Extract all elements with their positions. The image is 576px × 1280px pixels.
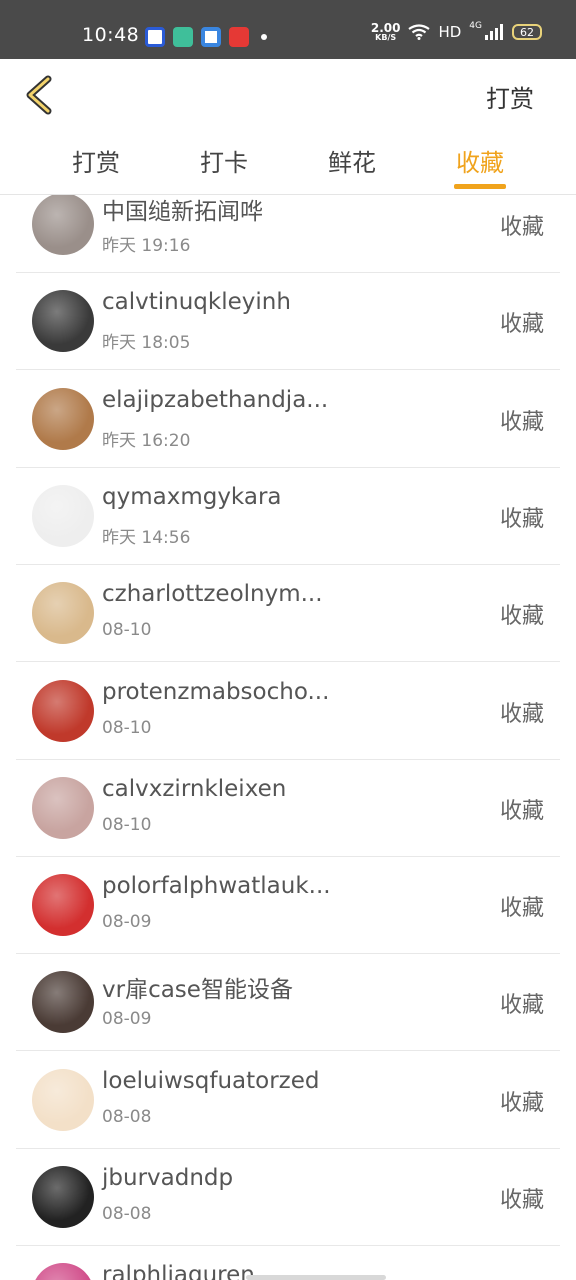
tab-flowers[interactable]: 鲜花 bbox=[312, 143, 392, 178]
list-item[interactable]: calvtinuqkleyinh 昨天 18:05 收藏 bbox=[16, 273, 560, 371]
network-speed-unit: KB/S bbox=[375, 33, 397, 42]
item-date: 08-10 bbox=[102, 620, 152, 641]
user-name: qymaxmgykara bbox=[102, 483, 282, 510]
user-name: calvtinuqkleyinh bbox=[102, 289, 291, 316]
action-label: 收藏 bbox=[499, 1188, 544, 1213]
avatar[interactable] bbox=[32, 290, 94, 353]
list-item[interactable]: protenzmabsocho... 08-10 收藏 bbox=[16, 663, 560, 760]
green-app-icon bbox=[173, 27, 193, 47]
action-label: 收藏 bbox=[499, 604, 544, 630]
item-date: 08-08 bbox=[102, 1204, 152, 1224]
avatar[interactable] bbox=[32, 1263, 94, 1280]
user-name: elajipzabethandja... bbox=[102, 386, 329, 413]
avatar[interactable] bbox=[32, 387, 94, 450]
item-date: 08-09 bbox=[102, 1009, 152, 1030]
tab-favorites[interactable]: 收藏 bbox=[440, 143, 520, 178]
list-item[interactable]: loeluiwsqfuatorzed 08-08 收藏 bbox=[16, 1052, 560, 1149]
list-item[interactable]: polorfalphwatlauk... 08-09 收藏 bbox=[16, 857, 560, 955]
action-label: 收藏 bbox=[499, 506, 544, 532]
tab-bar: 打赏 打卡 鲜花 收藏 bbox=[0, 129, 576, 195]
user-name: calvxzirnkleixen bbox=[102, 775, 287, 802]
user-name: ralphliaguren bbox=[102, 1262, 255, 1280]
more-notifications-dot bbox=[261, 34, 267, 40]
battery-icon: 62 bbox=[512, 24, 542, 40]
list-item[interactable]: qymaxmgykara 昨天 14:56 收藏 bbox=[16, 468, 560, 565]
avatar[interactable] bbox=[32, 971, 94, 1034]
action-label: 收藏 bbox=[499, 1090, 544, 1116]
active-tab-indicator bbox=[454, 184, 506, 189]
list-item[interactable]: jburvadndp 08-08 收藏 bbox=[16, 1149, 560, 1246]
avatar[interactable] bbox=[32, 679, 94, 742]
item-date: 昨天 14:56 bbox=[102, 527, 191, 548]
action-label: 收藏 bbox=[499, 701, 544, 727]
tab-checkin[interactable]: 打卡 bbox=[184, 143, 264, 178]
avatar[interactable] bbox=[32, 1068, 94, 1131]
item-date: 昨天 18:05 bbox=[102, 333, 191, 354]
item-date: 08-10 bbox=[102, 717, 152, 738]
action-label: 收藏 bbox=[499, 215, 544, 240]
avatar[interactable] bbox=[32, 582, 94, 645]
item-date: 昨天 16:20 bbox=[102, 430, 191, 451]
user-name: vr扉case智能设备 bbox=[102, 977, 293, 1004]
avatar[interactable] bbox=[32, 1166, 94, 1228]
nav-bar: 打赏 bbox=[0, 59, 576, 129]
list-item[interactable]: calvxzirnkleixen 08-10 收藏 bbox=[16, 760, 560, 857]
reward-button[interactable]: 打赏 bbox=[486, 79, 534, 114]
back-arrow-icon[interactable] bbox=[20, 73, 60, 117]
blue-app-icon bbox=[201, 27, 221, 47]
item-date: 昨天 19:16 bbox=[102, 236, 191, 256]
user-name: polorfalphwatlauk... bbox=[102, 873, 331, 900]
avatar[interactable] bbox=[32, 195, 94, 255]
hd-indicator: HD bbox=[438, 23, 462, 41]
action-label: 收藏 bbox=[499, 409, 544, 435]
list-item[interactable]: vr扉case智能设备 08-09 收藏 bbox=[16, 954, 560, 1052]
list-item[interactable]: czharlottzeolnym... 08-10 收藏 bbox=[16, 565, 560, 663]
avatar[interactable] bbox=[32, 874, 94, 937]
tab-reward[interactable]: 打赏 bbox=[56, 143, 136, 178]
favorites-list: 中国缒新拓闻哗昨天 19:16 收藏 calvtinuqkleyinh 昨天 18:0… bbox=[16, 195, 560, 1280]
item-date: 08-08 bbox=[102, 1106, 152, 1127]
network-speed: 2.00 KB/S bbox=[371, 22, 401, 42]
list-item[interactable]: 中国缒新拓闻哗昨天 19:16 收藏 bbox=[16, 195, 560, 273]
action-label: 收藏 bbox=[499, 798, 544, 824]
video-app-icon bbox=[229, 27, 249, 47]
status-app-icons bbox=[145, 27, 267, 47]
action-label: 收藏 bbox=[499, 312, 544, 338]
status-bar: 10:48 2.00 KB/S HD 4G 62 bbox=[0, 0, 576, 59]
user-name: loeluiwsqfuatorzed bbox=[102, 1067, 320, 1094]
user-name: 中国缒新拓闻哗 bbox=[102, 199, 263, 225]
item-date: 08-09 bbox=[102, 912, 152, 933]
list-item[interactable]: elajipzabethandja... 昨天 16:20 收藏 bbox=[16, 371, 560, 468]
user-name: czharlottzeolnym... bbox=[102, 581, 323, 608]
bank-app-icon bbox=[145, 27, 165, 47]
avatar[interactable] bbox=[32, 776, 94, 839]
user-name: protenzmabsocho... bbox=[102, 678, 330, 705]
avatar[interactable] bbox=[32, 484, 94, 547]
status-time: 10:48 bbox=[82, 24, 140, 46]
status-indicators: 2.00 KB/S HD 4G 62 bbox=[371, 21, 542, 42]
wifi-icon bbox=[408, 24, 431, 40]
item-date: 08-10 bbox=[102, 814, 152, 835]
action-label: 收藏 bbox=[499, 993, 544, 1019]
action-label: 收藏 bbox=[499, 896, 544, 922]
signal-icon bbox=[485, 24, 503, 40]
network-type-label: 4G bbox=[469, 21, 482, 31]
scroll-indicator bbox=[246, 1275, 386, 1280]
user-name: jburvadndp bbox=[102, 1165, 234, 1191]
